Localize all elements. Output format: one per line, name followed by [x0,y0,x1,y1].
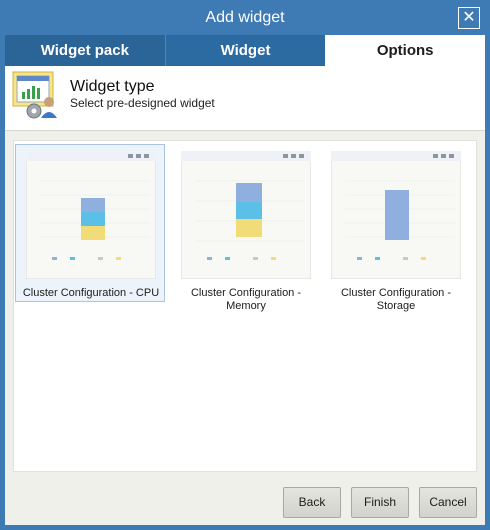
widget-tile-cpu[interactable]: Cluster Configuration - CPU [15,144,165,302]
widget-type-header: Widget type Select pre-designed widget [5,66,485,131]
tab-options[interactable]: Options [325,35,486,66]
back-button[interactable]: Back [283,487,341,518]
cancel-button[interactable]: Cancel [419,487,477,518]
widget-preview-storage [331,151,461,279]
dialog-titlebar: Add widget [0,0,490,35]
widget-label-cpu: Cluster Configuration - CPU [22,287,160,299]
close-button[interactable]: ✕ [458,7,480,29]
tab-widget-pack[interactable]: Widget pack [5,35,165,66]
widget-label-memory: Cluster Configuration - Memory [190,287,302,312]
options-panel: Widget type Select pre-designed widget C… [5,66,485,525]
tab-widget[interactable]: Widget [164,35,326,66]
tab-bar: Widget pack Widget Options [5,35,486,66]
finish-button[interactable]: Finish [351,487,409,518]
widget-preview-memory [181,151,311,279]
widget-type-title: Widget type [70,78,155,95]
widget-grid: Cluster Configuration - CPU Cluster Conf… [13,140,477,472]
widget-type-subtitle: Select pre-designed widget [70,96,215,110]
dialog-title: Add widget [205,9,285,26]
widget-tile-memory[interactable]: Cluster Configuration - Memory [170,144,320,312]
widget-tile-storage[interactable]: Cluster Configuration - Storage [320,144,470,312]
close-icon: ✕ [462,9,476,26]
widget-label-storage: Cluster Configuration - Storage [340,287,452,312]
widget-preview-cpu [26,151,156,279]
add-widget-dialog: Add widget ✕ Widget pack Widget Options [0,0,490,530]
widget-type-icon [12,71,57,119]
